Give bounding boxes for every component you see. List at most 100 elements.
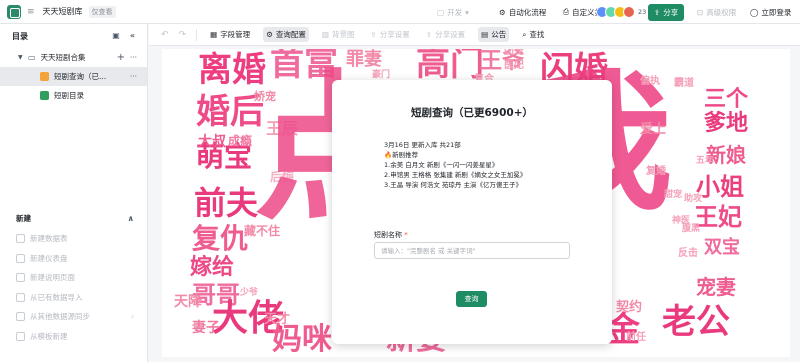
wordcloud-word: 妈咪 (272, 322, 332, 357)
avatar-count: 23 (638, 8, 647, 16)
automation-icon: ⚙ (499, 7, 506, 17)
field-manage-button[interactable]: ▦ 字段管理 (207, 27, 253, 42)
query-form-title: 短剧查询（已更6900+） (410, 107, 534, 119)
image-icon: ▨ (321, 30, 330, 39)
document-icon (16, 273, 25, 283)
advanced-permission-button[interactable]: ⊡ 高级权限 (697, 7, 736, 18)
tree-root[interactable]: ▼ ▭ 天天短剧合集 + ··· (0, 48, 147, 67)
chevron-right-icon: › (131, 312, 134, 322)
wordcloud-word: 契约 (616, 300, 643, 315)
share-settings-icon: ⇧ (425, 30, 433, 39)
wordcloud-word: 反击 (678, 248, 698, 259)
from-template-item[interactable]: 从模板新建 (0, 327, 148, 347)
announcement-notice: 3月16日 更新入库 共21部 🔥新剧推荐 1.余美 白月文 新剧《一闪一闪姜星… (384, 140, 526, 190)
search-icon: ⌕ (522, 29, 527, 39)
form-query-icon (40, 72, 49, 81)
notice-line: 3.王晶 导演 何浩文 苑琼丹 主演《亿万傻王子》 (384, 181, 522, 189)
wordcloud-word: 成瘾 (228, 134, 253, 148)
query-form: 短剧查询（已更6900+） 3月16日 更新入库 共21部 🔥新剧推荐 1.余美… (332, 80, 612, 344)
wordcloud-word: 嫁给 (190, 255, 235, 280)
divider (196, 28, 198, 41)
new-section-title[interactable]: 新建 ∧ (0, 207, 148, 229)
notice-line: 2.申馆男 王格格 张集建 新剧《嫡女之女王加冕》 (384, 171, 527, 179)
wordcloud-word: 前夫 (194, 184, 259, 222)
menu-icon[interactable]: ≡ (27, 7, 35, 17)
wordcloud-word: 三个 (704, 87, 749, 112)
notice-line: 1.余美 白月文 新剧《一闪一闪姜星星》 (384, 161, 499, 169)
collapse-icon[interactable]: « (130, 31, 135, 40)
drama-name-input[interactable] (374, 242, 570, 259)
new-section: 新建 ∧ 新建数据表 新建仪表盘 新建说明页面 从已有数据导入 从其他数据源同步… (0, 207, 148, 346)
collaborator-avatars[interactable]: 23 (596, 6, 646, 18)
wordcloud-word: 小姐 (696, 173, 744, 201)
wordcloud-word: 双宝 (704, 237, 740, 258)
wordcloud-word: 助攻 (684, 194, 703, 204)
sidebar-item-drama-catalog[interactable]: 短剧目录 (0, 86, 147, 105)
app-title: 天天短剧库 (42, 7, 83, 16)
wordcloud-word: 豪门 (372, 70, 391, 80)
share-settings-button[interactable]: ⇪ 分享设置 (368, 27, 413, 42)
template-icon (16, 331, 25, 341)
caret-down-icon: ▼ (18, 54, 23, 61)
wordcloud-word: 爹地 (704, 111, 749, 136)
gear-icon: ⚙ (266, 30, 273, 39)
wordcloud-word: 大叔 (198, 134, 226, 150)
new-table-item[interactable]: 新建数据表 (0, 229, 148, 249)
wordcloud-word: 神医 (672, 216, 691, 226)
find-button[interactable]: ⌕ 查找 (519, 27, 547, 42)
share-settings-button-2[interactable]: ⇧ 分享设置 (423, 27, 468, 42)
wordcloud-word: 少爷 (240, 288, 259, 298)
chevron-up-icon: ∧ (127, 213, 135, 223)
automation-button[interactable]: ⚙ 自动化流程 (499, 7, 546, 18)
add-icon[interactable]: + (117, 52, 125, 63)
wordcloud-word: 爱上 (640, 122, 667, 137)
wordcloud-word: 霸道 (674, 78, 694, 89)
sidebar: 目录 ▣ « ▼ ▭ 天天短剧合集 + ··· 短剧查询（已... ··· 短剧… (0, 24, 148, 362)
more-icon[interactable]: ··· (130, 72, 137, 81)
table-icon (16, 234, 25, 244)
top-bar: ≡ 天天短剧库 仅查看 ▢ 开发 ▾ ⚙ 自动化流程 ⎙ 自定义打印 23 ⇪ (0, 0, 800, 24)
import-data-item[interactable]: 从已有数据导入 (0, 288, 148, 308)
required-mark: * (404, 231, 408, 239)
sync-source-item[interactable]: 从其他数据源同步 › (0, 307, 148, 327)
new-doc-page-item[interactable]: 新建说明页面 (0, 268, 148, 288)
wordcloud-word: 王妃 (694, 203, 742, 231)
chevron-down-icon: ▾ (465, 7, 469, 17)
wordcloud-word: 复婚 (646, 166, 666, 177)
cloud-sync-icon (16, 312, 25, 322)
folder-icon: ▭ (28, 53, 36, 62)
wordcloud-word: 腹黑 (682, 224, 701, 234)
wordcloud-word: 偏执 (640, 76, 660, 87)
wordcloud-word: 天降 (174, 294, 202, 310)
user-icon: ◯ (750, 7, 759, 17)
background-image-button[interactable]: ▨ 背景图 (319, 27, 358, 42)
grid-icon: ▦ (210, 30, 218, 39)
dashboard-icon (16, 253, 25, 263)
wordcloud-word: 复仇 (192, 222, 249, 255)
share-icon: ⇪ (654, 7, 661, 17)
share-button[interactable]: ⇪ 分享 (648, 3, 685, 21)
search-button[interactable]: 查询 (456, 291, 487, 307)
wordcloud-word: 妻子 (192, 320, 220, 336)
new-dashboard-item[interactable]: 新建仪表盘 (0, 249, 148, 269)
toolbar: ↶ ↷ ▦ 字段管理 ⚙ 查询配置 ▨ 背景图 ⇪ 分享设置 ⇧ 分享设置 ▤ 公告 ⌕ 查找 (149, 24, 800, 46)
notice-line: 3月16日 更新入库 共21部 (384, 141, 461, 149)
wordcloud-word: 老公 (662, 302, 730, 342)
query-config-button[interactable]: ⚙ 查询配置 (263, 27, 309, 42)
readonly-badge: 仅查看 (88, 5, 116, 18)
notice-line: 🔥新剧推荐 (384, 151, 419, 159)
announcement-button[interactable]: ▤ 公告 (478, 27, 510, 42)
sidebar-item-drama-query[interactable]: 短剧查询（已... ··· (0, 67, 147, 86)
redo-icon[interactable]: ↷ (179, 30, 187, 40)
print-icon: ⎙ (563, 7, 569, 16)
dev-menu[interactable]: ▢ 开发 ▾ (437, 7, 469, 18)
drama-name-label: 短剧名称 * (374, 231, 408, 239)
undo-icon[interactable]: ↶ (161, 30, 169, 40)
lock-icon: ⊡ (697, 7, 704, 17)
more-icon[interactable]: ··· (130, 53, 137, 62)
login-button[interactable]: ◯ 立即登录 (750, 7, 791, 18)
wordcloud-word: 医妃 (504, 60, 524, 71)
app-logo (7, 4, 21, 19)
layout-icon[interactable]: ▣ (112, 31, 120, 40)
wordcloud-word: 甜宠 (664, 190, 683, 200)
